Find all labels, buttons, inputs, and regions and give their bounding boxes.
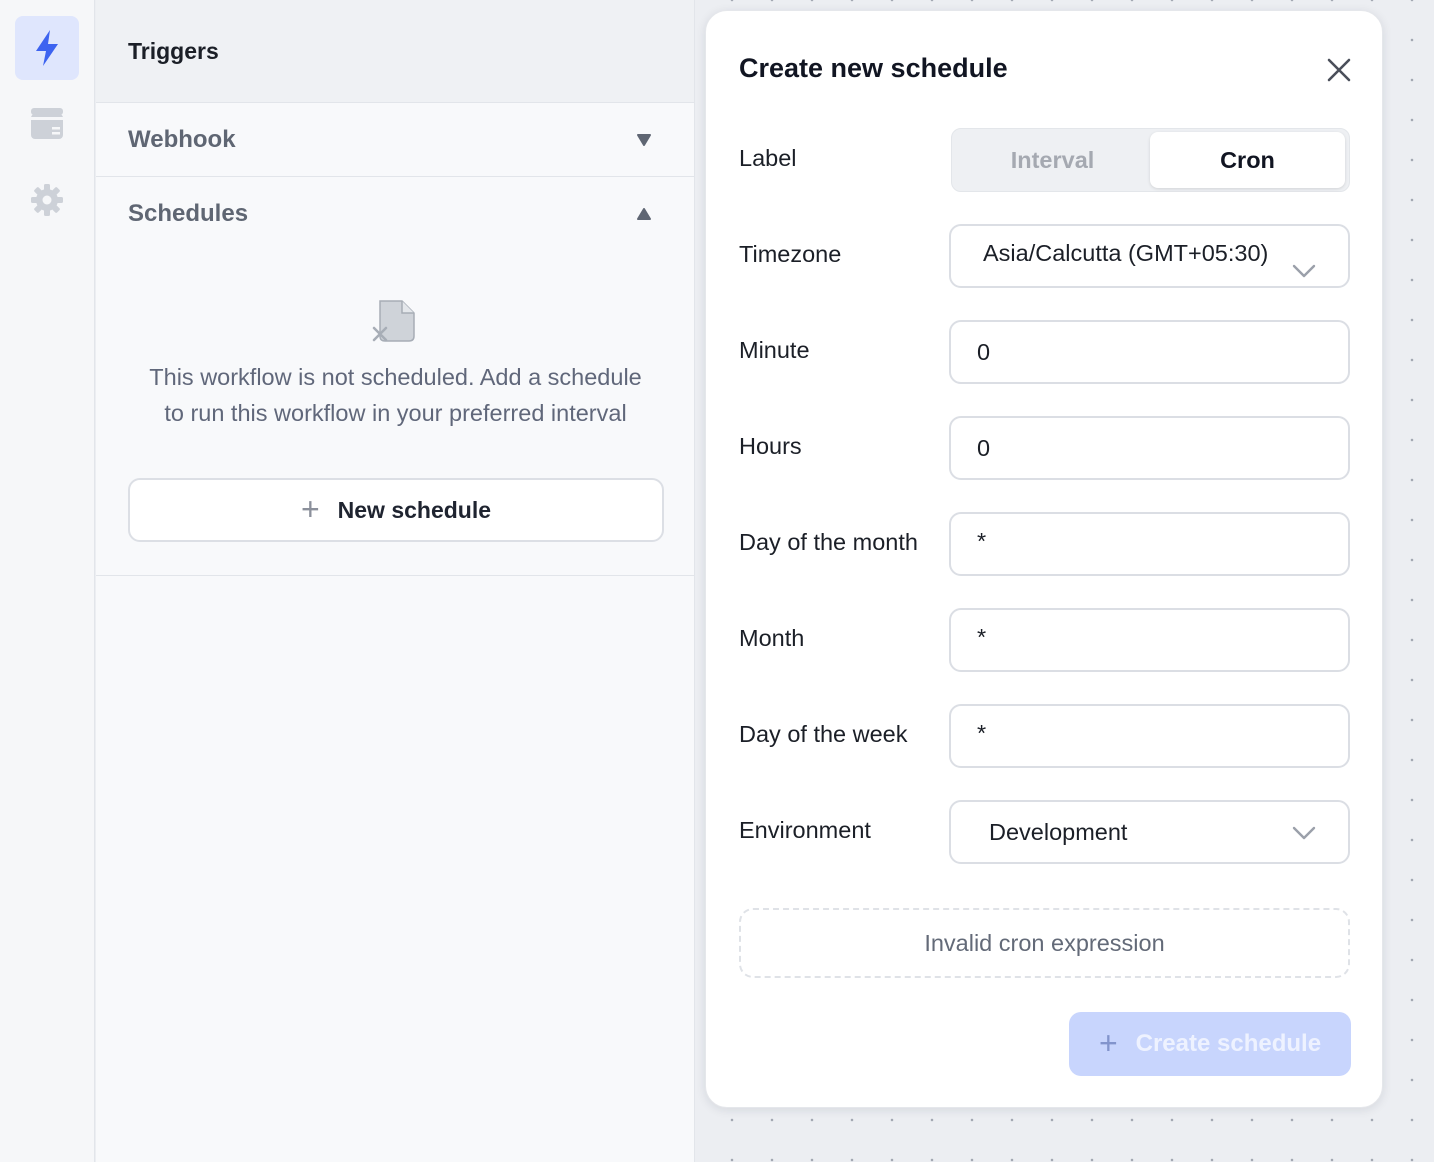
month-label: Month xyxy=(739,625,805,651)
webhook-label: Webhook xyxy=(128,125,236,153)
caret-down-icon xyxy=(637,133,651,146)
schedules-accordion-header[interactable]: Schedules xyxy=(96,177,694,251)
plus-icon: + xyxy=(1098,1024,1118,1061)
minute-label: Minute xyxy=(739,337,810,363)
tab-cron[interactable]: Cron xyxy=(1150,132,1345,188)
timezone-label: Timezone xyxy=(739,241,842,267)
rail-wallet-button[interactable] xyxy=(15,92,79,156)
lightning-icon xyxy=(36,30,58,66)
chevron-down-icon xyxy=(1292,826,1316,840)
timezone-value: Asia/Calcutta (GMT+05:30) xyxy=(983,239,1269,266)
day-of-week-value: * xyxy=(977,719,987,746)
close-icon[interactable] xyxy=(1324,55,1354,85)
chevron-down-icon xyxy=(1292,264,1316,278)
schedules-label: Schedules xyxy=(128,200,249,227)
environment-select[interactable]: Development xyxy=(949,800,1350,864)
cron-validation-message: Invalid cron expression xyxy=(739,908,1350,978)
icon-rail xyxy=(0,0,95,1162)
create-schedule-modal: Create new schedule Label Interval Cron … xyxy=(705,10,1383,1108)
empty-file-icon xyxy=(372,300,415,342)
day-of-month-label: Day of the month xyxy=(739,529,918,555)
plus-icon: + xyxy=(300,490,320,527)
label-label: Label xyxy=(739,145,797,171)
hours-value: 0 xyxy=(977,434,991,461)
create-schedule-label: Create schedule xyxy=(1135,1030,1322,1057)
create-schedule-button[interactable]: + Create schedule xyxy=(1069,1012,1351,1076)
environment-value: Development xyxy=(989,818,1128,845)
wallet-icon xyxy=(31,108,63,139)
caret-up-icon xyxy=(637,208,651,220)
webhook-accordion-header[interactable]: Webhook xyxy=(96,103,694,177)
rail-triggers-button[interactable] xyxy=(15,16,79,80)
empty-text-line1: This workflow is not scheduled. Add a sc… xyxy=(149,364,642,390)
modal-title: Create new schedule xyxy=(739,53,1008,83)
rail-settings-button[interactable] xyxy=(15,168,79,232)
hours-label: Hours xyxy=(739,433,802,459)
tab-interval[interactable]: Interval xyxy=(955,132,1150,188)
month-input[interactable]: * xyxy=(949,608,1350,672)
new-schedule-label: New schedule xyxy=(337,496,492,523)
timezone-select[interactable]: Asia/Calcutta (GMT+05:30) xyxy=(949,224,1350,288)
environment-label: Environment xyxy=(739,817,871,843)
minute-input[interactable]: 0 xyxy=(949,320,1350,384)
hours-input[interactable]: 0 xyxy=(949,416,1350,480)
day-of-week-input[interactable]: * xyxy=(949,704,1350,768)
panel-title: Triggers xyxy=(96,0,694,103)
minute-value: 0 xyxy=(977,338,991,365)
gear-icon xyxy=(31,184,63,216)
triggers-panel: Triggers Webhook Schedules This workflow… xyxy=(96,0,695,1162)
month-value: * xyxy=(977,623,987,650)
new-schedule-button[interactable]: + New schedule xyxy=(128,478,664,542)
day-of-week-label: Day of the week xyxy=(739,721,908,747)
schedules-section: Schedules This workflow is not scheduled… xyxy=(96,177,694,576)
empty-text-line2: to run this workflow in your preferred i… xyxy=(164,400,627,426)
day-of-month-value: * xyxy=(977,527,987,554)
day-of-month-input[interactable]: * xyxy=(949,512,1350,576)
empty-state-text: This workflow is not scheduled. Add a sc… xyxy=(96,359,695,431)
schedule-type-toggle: Interval Cron xyxy=(951,128,1350,192)
